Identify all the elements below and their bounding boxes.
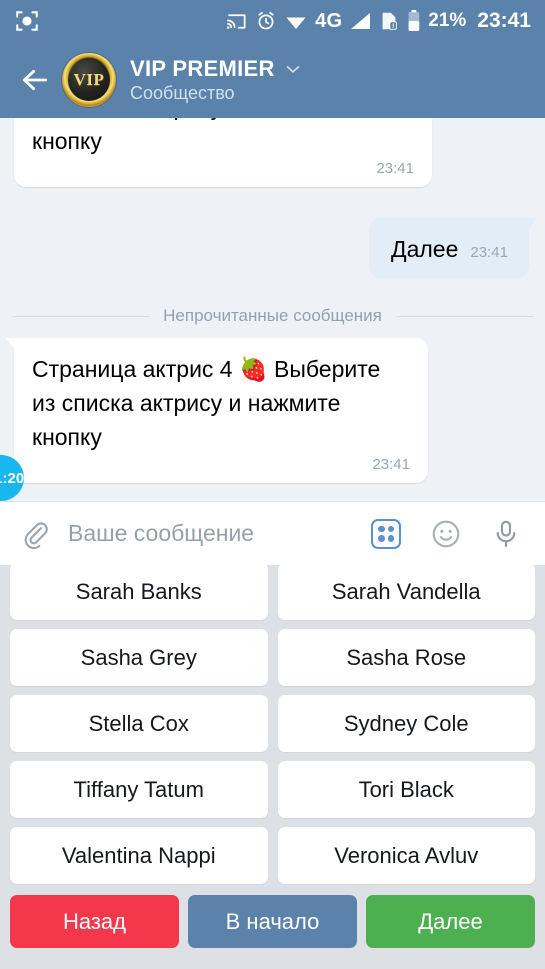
paperclip-icon [24, 521, 48, 549]
sim-alert-icon [378, 10, 400, 32]
network-type-label: 4G [315, 9, 343, 32]
bot-keyboard-icon [371, 518, 401, 549]
chevron-down-icon[interactable] [283, 59, 303, 79]
keyboard-key[interactable]: Sasha Grey [10, 629, 268, 686]
voice-button[interactable] [489, 517, 523, 551]
nav-start-button[interactable]: В начало [188, 895, 357, 948]
unread-divider: Непрочитанные сообщения [0, 306, 545, 326]
bot-keyboard-button[interactable] [369, 517, 403, 551]
chat-subtitle: Сообщество [130, 83, 235, 103]
attach-button[interactable] [18, 517, 52, 551]
divider-line-right [395, 315, 534, 317]
keyboard-key[interactable]: Veronica Avluv [277, 827, 535, 884]
message-bubble[interactable]: Страница актрис 4 🍓 Выберите из списка а… [14, 338, 428, 483]
app-bar: VIP VIP PREMIER Сообщество [0, 42, 545, 118]
microphone-icon [496, 520, 516, 547]
emoji-button[interactable] [429, 517, 463, 551]
keyboard-row: Tiffany Tatum Tori Black [10, 761, 535, 818]
input-actions [369, 517, 523, 551]
message-text: Далее [391, 236, 459, 262]
back-arrow-icon [22, 69, 48, 91]
signal-icon [349, 11, 371, 31]
alarm-icon [255, 10, 277, 32]
keyboard-key[interactable]: Sarah Banks [10, 565, 268, 620]
message-text: из списка актрису и нажмите кнопку [32, 118, 340, 154]
keyboard-key[interactable]: Tiffany Tatum [10, 761, 268, 818]
message-row-outgoing-1: Далее 23:41 [369, 218, 529, 278]
chat-title-block[interactable]: VIP PREMIER Сообщество [130, 56, 303, 104]
phone-screen: 4G 21% 23:41 VIP VIP PREMIER Сообщество … [0, 0, 545, 969]
keyboard-key[interactable]: Sarah Vandella [277, 565, 535, 620]
keyboard-key[interactable]: Stella Cox [10, 695, 268, 752]
keyboard-key[interactable]: Sydney Cole [277, 695, 535, 752]
nav-next-button[interactable]: Далее [366, 895, 535, 948]
chat-title-row: VIP PREMIER [130, 56, 303, 82]
back-button[interactable] [12, 57, 58, 103]
keyboard-row: Sasha Grey Sasha Rose [10, 629, 535, 686]
keyboard-key[interactable]: Valentina Nappi [10, 827, 268, 884]
nav-back-button[interactable]: Назад [10, 895, 179, 948]
avatar[interactable]: VIP [62, 53, 116, 107]
keyboard-nav-row: Назад В начало Далее [10, 895, 535, 948]
page-title: VIP PREMIER [130, 56, 275, 81]
message-bubble[interactable]: Далее 23:41 [369, 218, 529, 278]
message-text: Страница актрис 4 🍓 Выберите из списка а… [32, 356, 381, 450]
status-bar: 4G 21% 23:41 [0, 0, 545, 42]
search-input[interactable]: Ваше сообщение [68, 520, 369, 547]
message-time: 23:41 [376, 160, 414, 177]
wifi-icon [284, 9, 308, 33]
message-row-incoming-1: из списка актрису и нажмите кнопку 23:41 [14, 118, 432, 187]
status-clock: 23:41 [477, 9, 531, 32]
message-row-incoming-2: Страница актрис 4 🍓 Выберите из списка а… [14, 338, 428, 483]
battery-percent-label: 21% [428, 10, 467, 31]
message-time: 23:41 [470, 244, 508, 261]
keyboard-row: Stella Cox Sydney Cole [10, 695, 535, 752]
screenshot-frame-icon [14, 8, 40, 34]
bot-keyboard-panel: Sarah Banks Sarah Vandella Sasha Grey Sa… [0, 565, 545, 969]
outgoing-inline: Далее 23:41 [391, 232, 511, 266]
status-bar-right: 4G 21% 23:41 [225, 9, 531, 33]
keyboard-key[interactable]: Sasha Rose [277, 629, 535, 686]
smiley-icon [432, 520, 460, 547]
divider-line-left [12, 315, 150, 317]
unread-divider-label: Непрочитанные сообщения [163, 306, 382, 325]
message-bubble[interactable]: из списка актрису и нажмите кнопку 23:41 [14, 118, 432, 187]
avatar-label: VIP [73, 70, 105, 89]
keyboard-row: Valentina Nappi Veronica Avluv [10, 827, 535, 884]
cast-icon [225, 10, 248, 33]
keyboard-row: Sarah Banks Sarah Vandella [10, 565, 535, 620]
message-list[interactable]: из списка актрису и нажмите кнопку 23:41… [0, 118, 545, 501]
status-bar-left [14, 8, 40, 34]
message-input-bar: Ваше сообщение [0, 501, 545, 565]
keyboard-key[interactable]: Tori Black [277, 761, 535, 818]
battery-icon [407, 9, 421, 33]
message-time: 23:41 [372, 456, 410, 473]
timer-badge-label: 01:20 [0, 469, 25, 487]
